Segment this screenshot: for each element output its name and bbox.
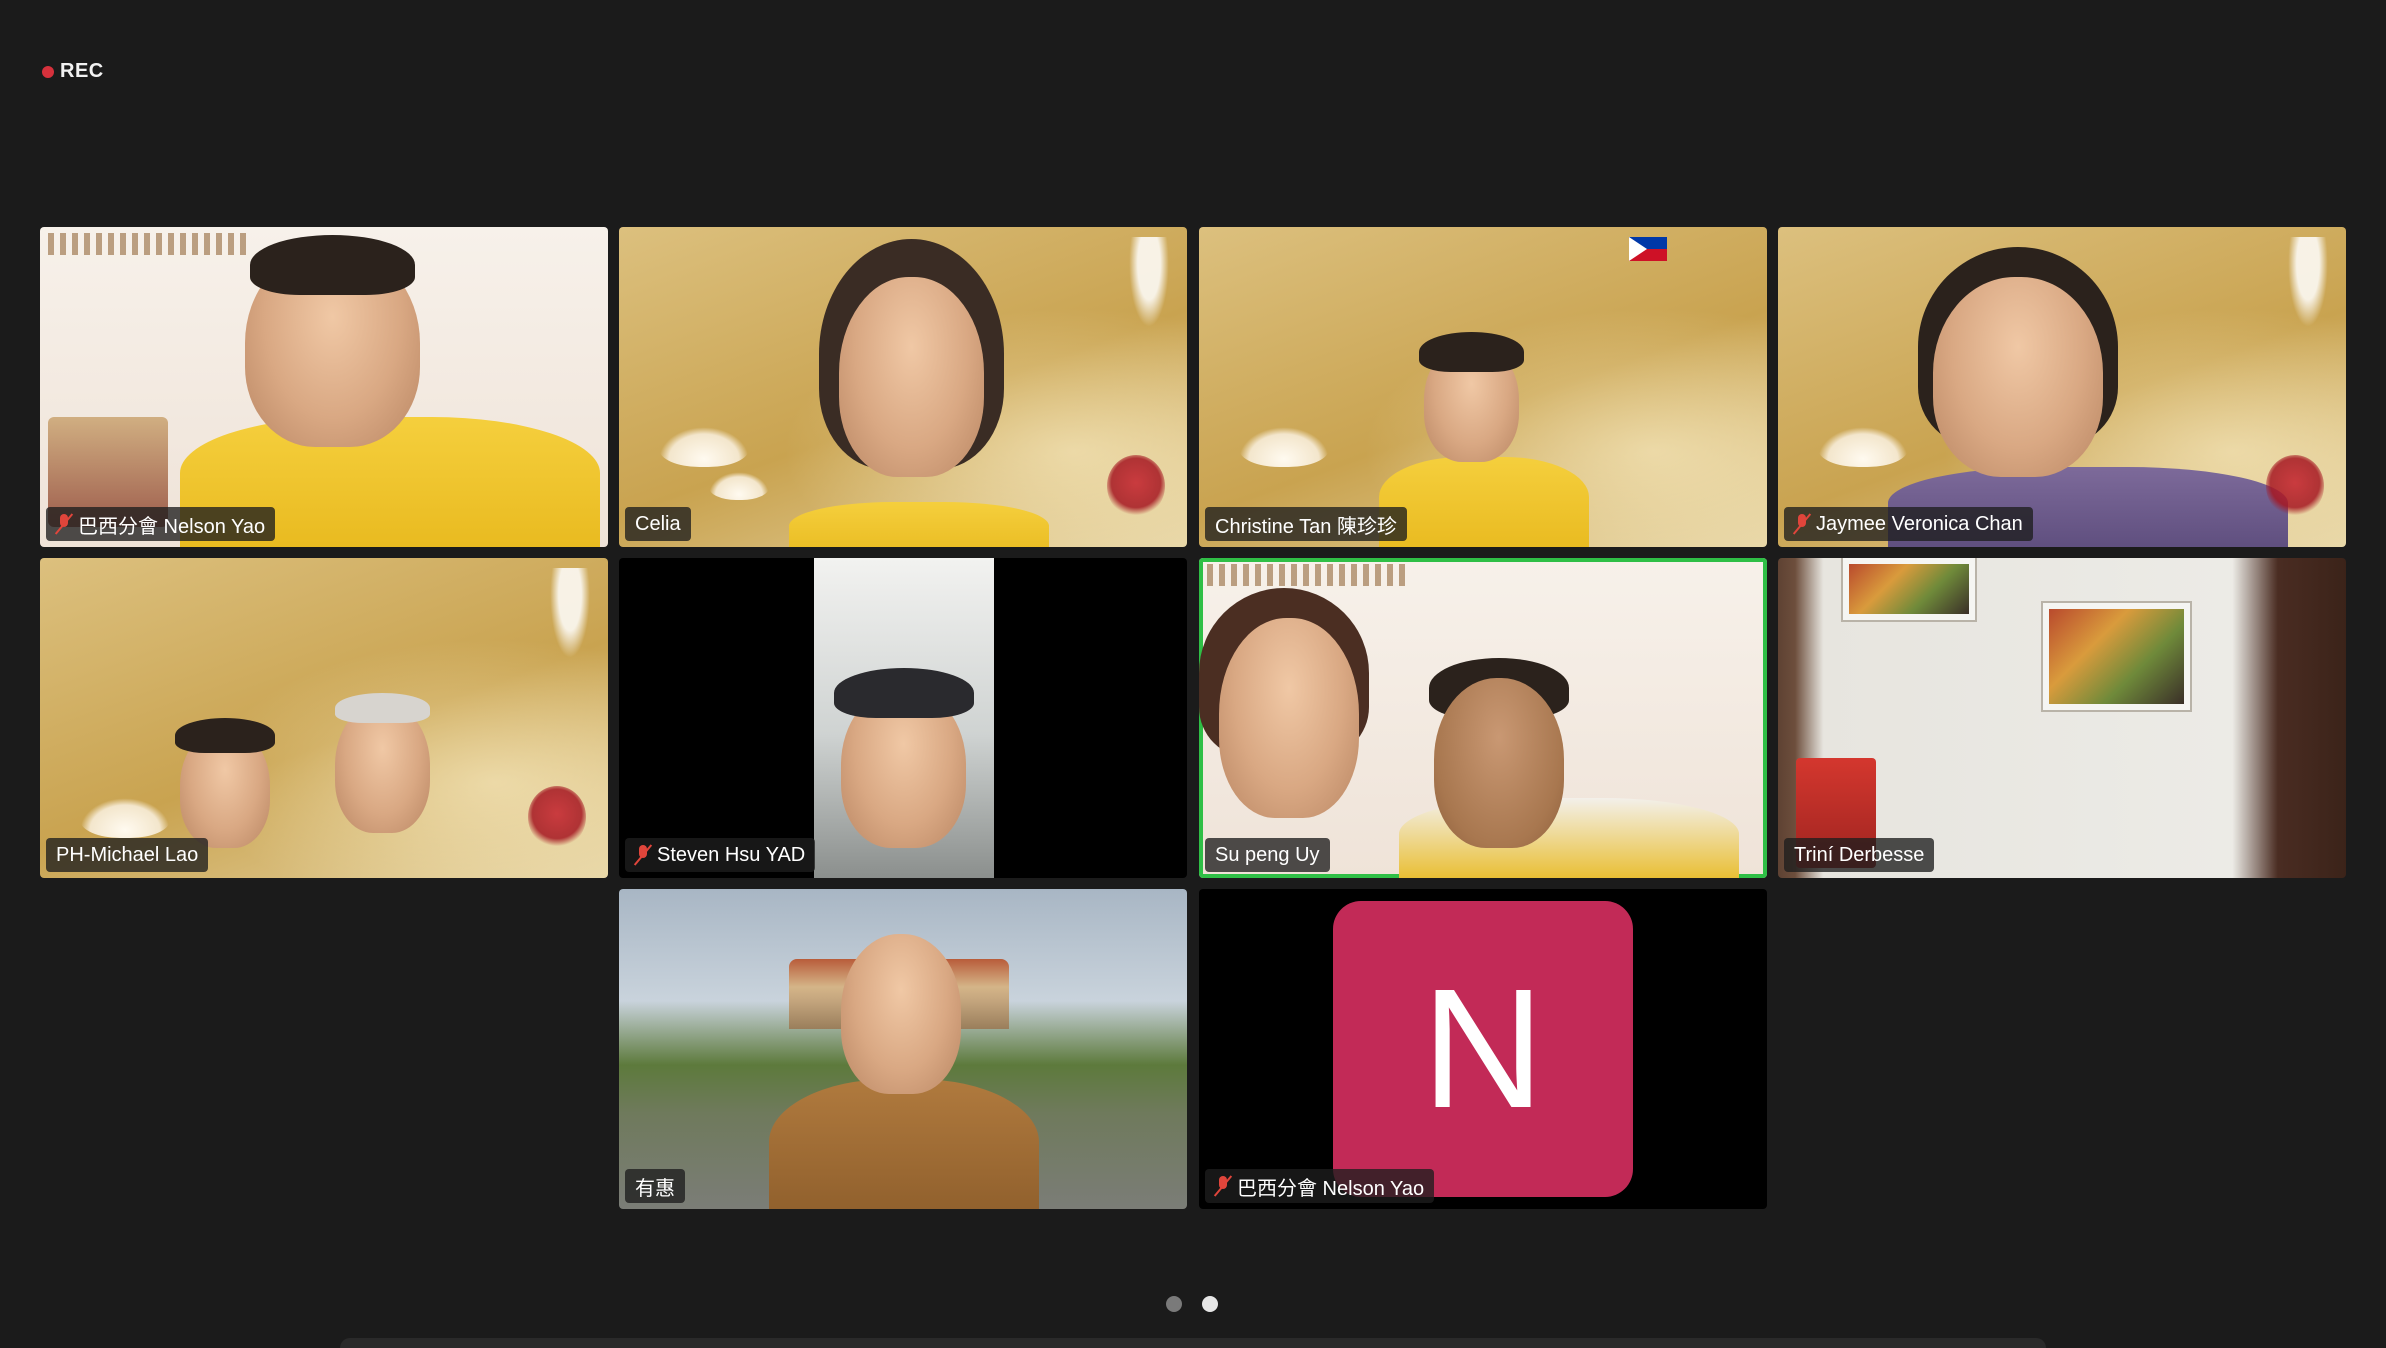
video-tile-celia[interactable]: Celia bbox=[619, 227, 1187, 547]
mic-off-icon bbox=[635, 844, 651, 866]
participant-cap bbox=[834, 668, 974, 718]
participant-face bbox=[1933, 277, 2103, 477]
participant-hair bbox=[335, 693, 430, 723]
recording-dot-icon bbox=[42, 65, 54, 78]
participant-name-tag: 巴西分會 Nelson Yao bbox=[46, 507, 276, 541]
participant-name-tag: Su peng Uy bbox=[1205, 838, 1330, 872]
philippines-map-icon bbox=[550, 568, 590, 658]
participant-name-tag: 巴西分會 Nelson Yao bbox=[1205, 1169, 1435, 1203]
video-tile-nelson-yao-avatar[interactable]: N 巴西分會 Nelson Yao bbox=[1199, 889, 1767, 1209]
participant-name-tag: Triní Derbesse bbox=[1784, 838, 1935, 872]
participant-name: Steven Hsu YAD bbox=[657, 843, 806, 866]
page-dot-1[interactable] bbox=[1166, 1296, 1182, 1312]
participant-shirt bbox=[1379, 457, 1589, 547]
participant-name: Triní Derbesse bbox=[1794, 843, 1925, 866]
participant-shirt bbox=[789, 502, 1049, 547]
blia-logo-icon bbox=[2266, 455, 2324, 517]
participant-name: 巴西分會 Nelson Yao bbox=[1237, 1177, 1425, 1200]
video-tile-jaymee-veronica-chan[interactable]: Jaymee Veronica Chan bbox=[1778, 227, 2346, 547]
participant-hair bbox=[175, 718, 275, 753]
video-tile-trini-derbesse[interactable]: Triní Derbesse bbox=[1778, 558, 2346, 878]
participant-name: Christine Tan 陳珍珍 bbox=[1215, 515, 1397, 538]
participant-name-tag: Steven Hsu YAD bbox=[625, 838, 816, 872]
participant-face bbox=[1434, 678, 1564, 848]
gallery-pagination bbox=[1166, 1296, 1218, 1312]
participant-name-tag: Christine Tan 陳珍珍 bbox=[1205, 507, 1407, 541]
lotus-icon bbox=[80, 798, 170, 838]
participant-name: Celia bbox=[635, 512, 681, 535]
lotus-icon bbox=[659, 427, 749, 467]
video-tile-steven-hsu[interactable]: Steven Hsu YAD bbox=[619, 558, 1187, 878]
philippines-flag-icon bbox=[1629, 237, 1667, 261]
participant-face bbox=[1219, 618, 1359, 818]
participant-name-tag: Jaymee Veronica Chan bbox=[1784, 507, 2033, 541]
participant-hair bbox=[1419, 332, 1524, 372]
mic-off-icon bbox=[1794, 513, 1810, 535]
wall-painting bbox=[2043, 603, 2190, 710]
video-tile-su-peng-uy[interactable]: Su peng Uy bbox=[1199, 558, 1767, 878]
participant-name: Su peng Uy bbox=[1215, 843, 1320, 866]
banner-logo-icon bbox=[1207, 564, 1407, 586]
participant-robe bbox=[769, 1079, 1039, 1209]
wall-painting bbox=[1843, 558, 1975, 620]
mic-off-icon bbox=[56, 513, 72, 535]
blia-logo-icon bbox=[528, 786, 586, 848]
philippines-map-icon bbox=[2288, 237, 2328, 327]
lotus-icon bbox=[1239, 427, 1329, 467]
video-tile-nelson-yao[interactable]: 巴西分會 Nelson Yao bbox=[40, 227, 608, 547]
participant-name-tag: Celia bbox=[625, 507, 691, 541]
video-tile-christine-tan[interactable]: Christine Tan 陳珍珍 bbox=[1199, 227, 1767, 547]
banner-logo-icon bbox=[48, 233, 248, 255]
philippines-map-icon bbox=[1129, 237, 1169, 327]
participant-hair bbox=[250, 235, 415, 295]
participant-name-tag: 有惠 bbox=[625, 1169, 685, 1203]
lotus-icon bbox=[1818, 427, 1908, 467]
participant-face bbox=[841, 934, 961, 1094]
participant-name: 有惠 bbox=[635, 1177, 675, 1200]
meeting-gallery-view: REC 巴西分會 Nelson Yao Celia Christine Tan … bbox=[0, 0, 2386, 1348]
video-tile-michael-lao[interactable]: PH-Michael Lao bbox=[40, 558, 608, 878]
participant-name-tag: PH-Michael Lao bbox=[46, 838, 209, 872]
participant-face bbox=[839, 277, 984, 477]
lotus-icon bbox=[709, 472, 769, 500]
recording-label: REC bbox=[60, 60, 104, 82]
toolbar-edge bbox=[340, 1338, 2046, 1348]
mic-off-icon bbox=[1215, 1175, 1231, 1197]
video-tile-you-hui[interactable]: 有惠 bbox=[619, 889, 1187, 1209]
page-dot-2[interactable] bbox=[1202, 1296, 1218, 1312]
avatar: N bbox=[1333, 901, 1633, 1197]
participant-name: 巴西分會 Nelson Yao bbox=[78, 515, 266, 538]
participant-name: PH-Michael Lao bbox=[56, 843, 199, 866]
participant-name: Jaymee Veronica Chan bbox=[1816, 512, 2023, 535]
recording-indicator: REC bbox=[42, 60, 104, 83]
blia-logo-icon bbox=[1107, 455, 1165, 517]
